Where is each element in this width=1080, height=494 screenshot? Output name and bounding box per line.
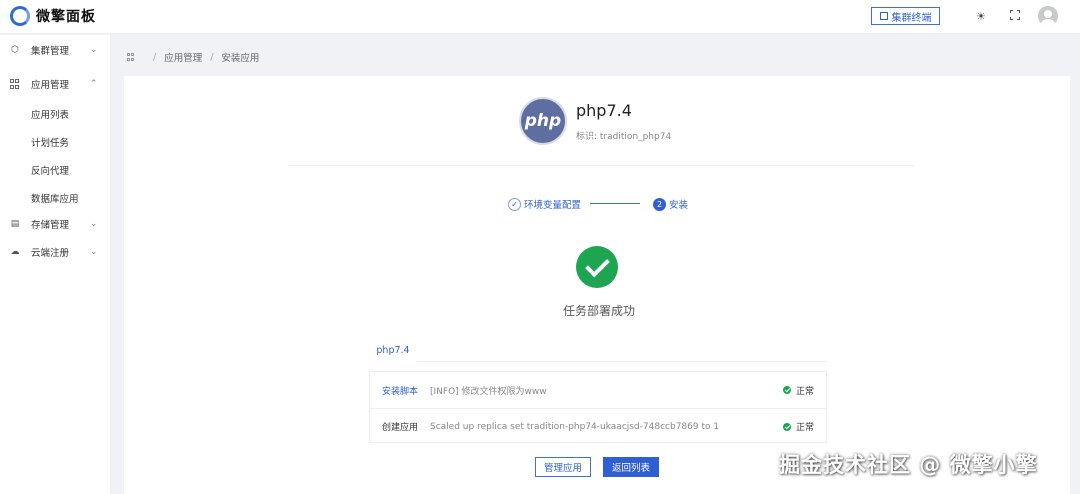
step-env-config: ✓ 环境变量配置 [508,197,581,211]
chevron-up-icon: ⌃ [90,79,98,89]
chevron-down-icon: ⌄ [90,219,98,229]
step-connector [590,203,640,204]
sidebar-subitem-app-list[interactable]: 应用列表 [31,107,69,121]
theme-toggle-icon[interactable]: ☀ [976,10,986,23]
user-avatar[interactable] [1038,6,1058,26]
php-logo-text: php [524,111,562,131]
storage-icon: ▤ [10,219,20,229]
brand-name: 微擎面板 [36,9,96,25]
brand-logo[interactable]: 微擎面板 [10,6,96,26]
php-logo: php [519,97,567,145]
sidebar-subitem-cron[interactable]: 计划任务 [31,135,69,149]
manage-app-button[interactable]: 管理应用 [535,457,591,477]
log-row: 创建应用 Scaled up replica set tradition-php… [370,408,826,444]
logo-icon [10,6,30,26]
breadcrumb: / 应用管理 / 安装应用 [127,50,259,64]
step-install: 2 安装 [653,197,688,211]
home-grid-icon[interactable] [127,53,135,61]
sidebar-item-storage[interactable]: ▤ 存储管理 ⌄ [0,210,111,238]
breadcrumb-install: 安装应用 [221,53,260,64]
check-icon: ✓ [508,197,521,211]
step-label: 安装 [669,200,689,211]
breadcrumb-apps[interactable]: 应用管理 [164,50,202,64]
log-tabs: php7.4 [369,340,827,362]
tab-php74[interactable]: php7.4 [369,340,417,362]
fullscreen-icon[interactable] [1010,10,1020,20]
chevron-down-icon: ⌄ [90,45,98,55]
sidebar-item-apps[interactable]: 应用管理 ⌃ [0,70,111,98]
success-check-icon [576,246,618,288]
sidebar-subitem-database[interactable]: 数据库应用 [31,191,79,205]
sidebar-item-cluster[interactable]: ⬡ 集群管理 ⌄ [0,36,111,64]
chevron-down-icon: ⌄ [90,247,98,257]
log-status: 正常 [783,420,814,433]
status-text: 正常 [796,386,815,397]
cluster-terminal-button[interactable]: 集群终端 [871,7,940,25]
cluster-terminal-label: 集群终端 [891,12,932,24]
success-message: 任务部署成功 [563,304,636,318]
log-message: [INFO] 修改文件权限为www [430,386,547,397]
watermark: 掘金技术社区 @ 微擎小擎 [779,453,1038,477]
log-row: 安装脚本 [INFO] 修改文件权限为www 正常 [370,372,826,408]
terminal-icon [879,12,888,20]
sidebar-item-cloud[interactable]: ☁ 云端注册 ⌄ [0,238,111,266]
top-bar: 微擎面板 集群终端 ☀ [0,0,1080,34]
step-label: 环境变量配置 [524,200,582,211]
log-name-link[interactable]: 安装脚本 [382,384,418,397]
back-to-list-button[interactable]: 返回列表 [603,457,659,477]
log-table: 安装脚本 [INFO] 修改文件权限为www 正常 创建应用 Scaled up… [369,371,827,443]
sidebar: ⬡ 集群管理 ⌄ 应用管理 ⌃ 应用列表 计划任务 反向代理 数据库应用 ▤ 存… [0,35,111,494]
app-name: php7.4 [576,101,632,120]
log-message: Scaled up replica set tradition-php74-uk… [430,421,720,432]
sidebar-item-label: 存储管理 [31,220,70,231]
cube-icon: ⬡ [11,45,19,55]
status-text: 正常 [796,423,815,433]
sidebar-item-label: 集群管理 [31,46,70,57]
log-status: 正常 [783,384,814,397]
step-number: 2 [653,197,666,211]
divider [288,165,914,166]
log-name: 创建应用 [382,423,419,433]
sidebar-subitem-reverse-proxy[interactable]: 反向代理 [31,163,69,177]
grid-icon [10,79,20,89]
sidebar-item-label: 云端注册 [31,248,70,259]
success-dot-icon [783,422,791,431]
cloud-icon: ☁ [10,247,20,257]
sidebar-item-label: 应用管理 [31,80,70,91]
app-identifier: 标识: tradition_php74 [576,132,672,142]
success-dot-icon [783,386,791,394]
